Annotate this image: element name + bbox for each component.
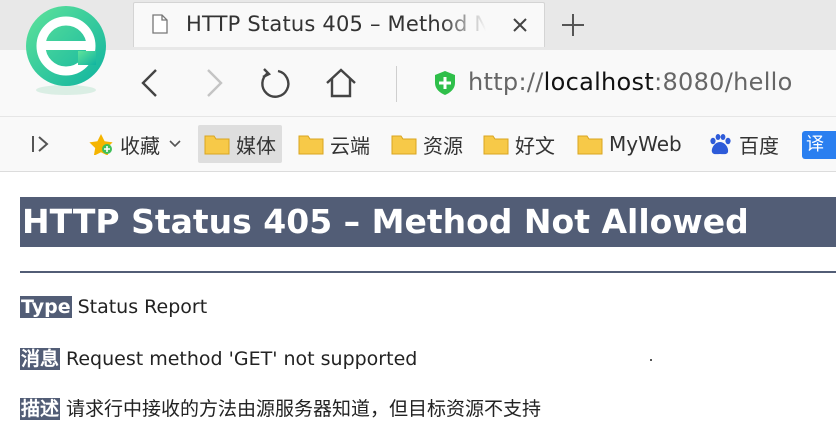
bookmark-folder-resources[interactable]: 资源 — [385, 125, 469, 163]
type-label: Type — [20, 296, 72, 318]
url-port-path: :8080/hello — [654, 68, 793, 96]
translate-button[interactable]: 译 — [802, 131, 836, 159]
description-row: 描述 请求行中接收的方法由源服务器知道，但目标资源不支持 — [20, 394, 541, 421]
bookmark-label: 资源 — [423, 133, 463, 158]
description-value: 请求行中接收的方法由源服务器知道，但目标资源不支持 — [66, 398, 542, 420]
secure-shield-icon[interactable] — [433, 70, 457, 96]
bookmark-label: MyWeb — [609, 132, 682, 156]
divider — [20, 271, 836, 273]
document-icon — [152, 14, 168, 34]
stray-dot — [650, 359, 652, 361]
reload-icon[interactable] — [258, 66, 292, 100]
message-row: 消息 Request method 'GET' not supported — [20, 344, 417, 371]
bookmark-folder-articles[interactable]: 好文 — [477, 125, 561, 163]
folder-icon — [483, 135, 509, 155]
page-title: HTTP Status 405 – Method Not Allowed — [20, 197, 836, 247]
url-host: localhost — [543, 68, 655, 96]
url-scheme: http:// — [468, 68, 544, 96]
bookmark-label: 媒体 — [236, 133, 276, 158]
bookmark-baidu[interactable]: 百度 — [701, 125, 785, 163]
folder-icon — [298, 135, 324, 155]
bookmark-folder-cloud[interactable]: 云端 — [292, 125, 376, 163]
nav-separator — [396, 66, 397, 102]
bookmark-label: 百度 — [739, 133, 779, 158]
description-label: 描述 — [20, 398, 61, 420]
bookmark-folder-media[interactable]: 媒体 — [198, 125, 282, 163]
message-label: 消息 — [20, 348, 61, 370]
browser-tab[interactable]: HTTP Status 405 – Method Not Allowed — [133, 2, 545, 47]
type-value: Status Report — [77, 296, 208, 318]
folder-icon — [391, 135, 417, 155]
tab-strip: HTTP Status 405 – Method Not Allowed — [0, 0, 836, 50]
bookmark-folder-myweb[interactable]: MyWeb — [571, 125, 688, 163]
sidebar-toggle-icon[interactable] — [30, 133, 52, 155]
bookmark-label: 收藏 — [120, 133, 160, 158]
folder-icon — [577, 135, 603, 155]
bookmark-favorites[interactable]: 收藏 — [82, 125, 188, 163]
bookmark-label: 好文 — [515, 133, 555, 158]
star-icon — [89, 134, 113, 155]
page-content: HTTP Status 405 – Method Not Allowed Typ… — [0, 172, 836, 436]
back-arrow-icon[interactable] — [134, 66, 168, 100]
message-value: Request method 'GET' not supported — [66, 348, 418, 370]
baidu-paw-icon — [710, 134, 731, 155]
folder-icon — [204, 135, 230, 155]
bookmarks-bar: 收藏 媒体 云端 资源 好文 MyWeb 百度 译 — [0, 117, 836, 172]
browser-logo — [26, 6, 106, 95]
address-bar-url[interactable]: http://localhost:8080/hello — [468, 68, 793, 96]
translate-badge-label: 译 — [802, 131, 836, 159]
home-icon[interactable] — [324, 66, 358, 100]
bookmark-label: 云端 — [330, 133, 370, 158]
navigation-bar: http://localhost:8080/hello — [0, 50, 836, 117]
chevron-down-icon[interactable] — [168, 139, 182, 149]
status-type-row: Type Status Report — [20, 296, 207, 318]
new-tab-plus-icon[interactable] — [560, 12, 586, 38]
close-icon[interactable] — [510, 15, 530, 35]
forward-arrow-icon[interactable] — [196, 66, 230, 100]
tab-title: HTTP Status 405 – Method Not Allowed — [186, 12, 486, 36]
